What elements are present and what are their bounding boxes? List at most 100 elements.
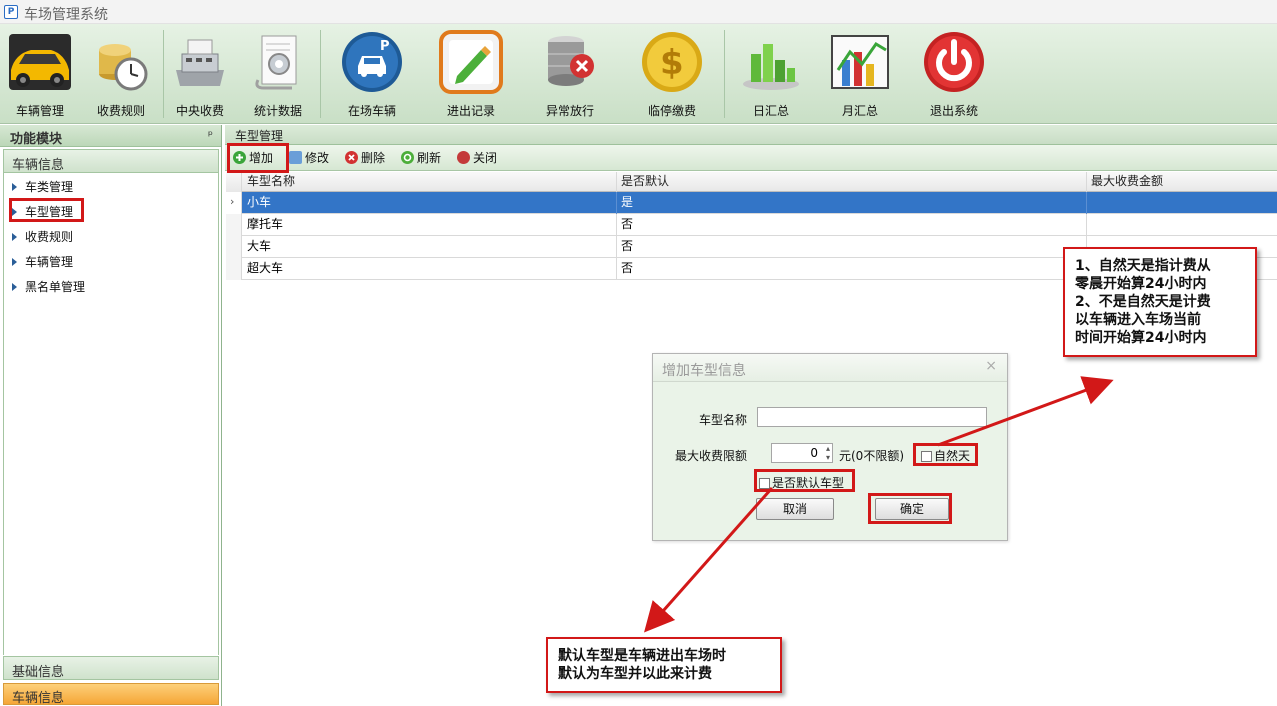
edit-icon bbox=[289, 151, 302, 164]
toolbar-in-out-records-button[interactable]: 进出记录 bbox=[428, 24, 514, 124]
toolbar-statistics-button[interactable]: 统计数据 bbox=[240, 24, 316, 124]
toolbar-label: 临停缴费 bbox=[647, 104, 696, 118]
toolbar-separator bbox=[724, 30, 725, 118]
cancel-button[interactable]: 取消 bbox=[756, 498, 834, 520]
section-label: 车辆信息 bbox=[12, 691, 65, 706]
grid-header-row: 车型名称 是否默认 最大收费金额 bbox=[226, 172, 1277, 192]
toolbar-label: 车辆管理 bbox=[15, 104, 64, 118]
cell-max-charge[interactable] bbox=[1087, 192, 1277, 214]
nav-item-charge-rules[interactable]: 收费规则 bbox=[12, 228, 73, 248]
note-line: 默认为车型并以此来计费 bbox=[558, 666, 712, 682]
delete-button[interactable]: 删除 bbox=[345, 149, 385, 167]
toolbar-label: 进出记录 bbox=[446, 104, 495, 118]
section-label: 车辆信息 bbox=[12, 158, 65, 173]
nav-item-label: 车辆管理 bbox=[25, 255, 74, 269]
max-charge-label: 最大收费限额 bbox=[675, 449, 748, 463]
toolbar-label: 异常放行 bbox=[545, 104, 594, 118]
cash-register-icon bbox=[176, 39, 224, 86]
section-vehicle-info-active[interactable]: 车辆信息 bbox=[3, 683, 219, 706]
action-bar: 增加 修改 删除 刷新 关闭 bbox=[225, 145, 1277, 171]
highlight-natural-day bbox=[913, 443, 978, 466]
svg-text:$: $ bbox=[660, 43, 684, 83]
panel-title: 功能模块 bbox=[10, 132, 63, 147]
tab-vehicle-type-management[interactable]: 车型管理 bbox=[225, 125, 1277, 145]
pin-icon[interactable]: ᵖ bbox=[208, 128, 213, 142]
highlight-vehicle-type-item bbox=[9, 198, 84, 222]
nav-item-vehicle-class[interactable]: 车类管理 bbox=[12, 178, 73, 198]
triangle-right-icon bbox=[12, 282, 17, 291]
section-basic-info[interactable]: 基础信息 bbox=[3, 656, 219, 680]
cell-max-charge[interactable] bbox=[1087, 214, 1277, 236]
svg-text:P: P bbox=[380, 39, 390, 54]
nav-item-label: 车类管理 bbox=[25, 180, 74, 194]
cell-is-default[interactable]: 是 bbox=[617, 192, 1087, 214]
close-button[interactable]: 关闭 bbox=[457, 149, 497, 167]
panel-header: 功能模块 ᵖ bbox=[0, 125, 221, 147]
toolbar-charge-rules-button[interactable]: 收费规则 bbox=[84, 24, 158, 124]
vehicle-type-name-input[interactable] bbox=[757, 407, 987, 427]
title-bar: P 车场管理系统 bbox=[0, 0, 1277, 24]
column-header-type-name[interactable]: 车型名称 bbox=[243, 172, 617, 192]
cell-type-name[interactable]: 超大车 bbox=[243, 258, 617, 280]
note-line: 1、自然天是指计费从 bbox=[1075, 258, 1211, 274]
close-label: 关闭 bbox=[473, 151, 498, 165]
column-header-max-charge[interactable]: 最大收费金额 bbox=[1087, 172, 1277, 192]
nav-item-blacklist[interactable]: 黑名单管理 bbox=[12, 278, 85, 298]
cell-is-default[interactable]: 否 bbox=[617, 258, 1087, 280]
max-charge-stepper[interactable]: 0 ▴ ▾ bbox=[771, 443, 833, 463]
table-row[interactable]: › 小车 是 bbox=[226, 192, 1277, 214]
edit-button[interactable]: 修改 bbox=[289, 149, 329, 167]
toolbar-vehicles-in-lot-button[interactable]: P 在场车辆 bbox=[330, 24, 414, 124]
report-gear-icon bbox=[255, 35, 297, 90]
line-bar-chart-icon bbox=[831, 35, 889, 89]
toolbar-separator bbox=[163, 30, 164, 118]
row-indicator bbox=[226, 214, 242, 236]
toolbar-monthly-summary-button[interactable]: 月汇总 bbox=[820, 24, 900, 124]
dialog-close-icon[interactable]: × bbox=[985, 358, 997, 374]
bar-chart-icon bbox=[743, 44, 799, 90]
cell-is-default[interactable]: 否 bbox=[617, 214, 1087, 236]
max-charge-value: 0 bbox=[810, 446, 818, 460]
window-title: 车场管理系统 bbox=[24, 7, 108, 23]
toolbar-label: 统计数据 bbox=[253, 104, 302, 118]
nav-item-vehicle-management[interactable]: 车辆管理 bbox=[12, 253, 73, 273]
dollar-coin-icon: $ bbox=[642, 32, 702, 92]
main-toolbar: 车辆管理 收费规则 中央收费 统计数据 P 在场车辆 进出记录 异常放行 $ 临… bbox=[0, 24, 1277, 124]
triangle-right-icon bbox=[12, 257, 17, 266]
dialog-title: 增加车型信息 bbox=[662, 363, 746, 379]
refresh-label: 刷新 bbox=[417, 151, 442, 165]
triangle-right-icon bbox=[12, 232, 17, 241]
close-circle-icon bbox=[457, 151, 470, 164]
nav-list: 车类管理 车型管理 收费规则 车辆管理 黑名单管理 bbox=[3, 173, 219, 655]
cell-type-name[interactable]: 大车 bbox=[243, 236, 617, 258]
column-header-is-default[interactable]: 是否默认 bbox=[617, 172, 1087, 192]
toolbar-label: 退出系统 bbox=[929, 104, 978, 118]
note-line: 默认车型是车辆进出车场时 bbox=[558, 648, 726, 664]
refresh-icon bbox=[401, 151, 414, 164]
toolbar-daily-summary-button[interactable]: 日汇总 bbox=[734, 24, 808, 124]
toolbar-label: 收费规则 bbox=[96, 104, 145, 118]
row-indicator-header bbox=[226, 172, 242, 192]
delete-icon bbox=[345, 151, 358, 164]
cell-type-name[interactable]: 小车 bbox=[243, 192, 617, 214]
app-icon: P bbox=[4, 5, 18, 19]
row-indicator bbox=[226, 236, 242, 258]
section-vehicle-info[interactable]: 车辆信息 bbox=[3, 149, 219, 173]
unit-label: 元(0不限额) bbox=[839, 449, 904, 463]
table-row[interactable]: 摩托车 否 bbox=[226, 214, 1277, 236]
toolbar-exit-system-button[interactable]: 退出系统 bbox=[912, 24, 996, 124]
toolbar-label: 月汇总 bbox=[841, 104, 878, 118]
cell-is-default[interactable]: 否 bbox=[617, 236, 1087, 258]
vehicle-type-name-label: 车型名称 bbox=[699, 413, 748, 427]
spinner-arrows-icon[interactable]: ▴ ▾ bbox=[826, 444, 830, 462]
toolbar-vehicle-management-button[interactable]: 车辆管理 bbox=[0, 24, 80, 124]
toolbar-temporary-payment-button[interactable]: $ 临停缴费 bbox=[626, 24, 718, 124]
tab-label: 车型管理 bbox=[235, 129, 284, 143]
natural-day-note: 1、自然天是指计费从 零晨开始算24小时内 2、不是自然天是计费 以车辆进入车场… bbox=[1063, 247, 1257, 357]
delete-label: 删除 bbox=[361, 151, 386, 165]
section-label: 基础信息 bbox=[12, 665, 65, 680]
toolbar-central-charge-button[interactable]: 中央收费 bbox=[166, 24, 234, 124]
cell-type-name[interactable]: 摩托车 bbox=[243, 214, 617, 236]
refresh-button[interactable]: 刷新 bbox=[401, 149, 441, 167]
toolbar-abnormal-release-button[interactable]: 异常放行 bbox=[528, 24, 612, 124]
